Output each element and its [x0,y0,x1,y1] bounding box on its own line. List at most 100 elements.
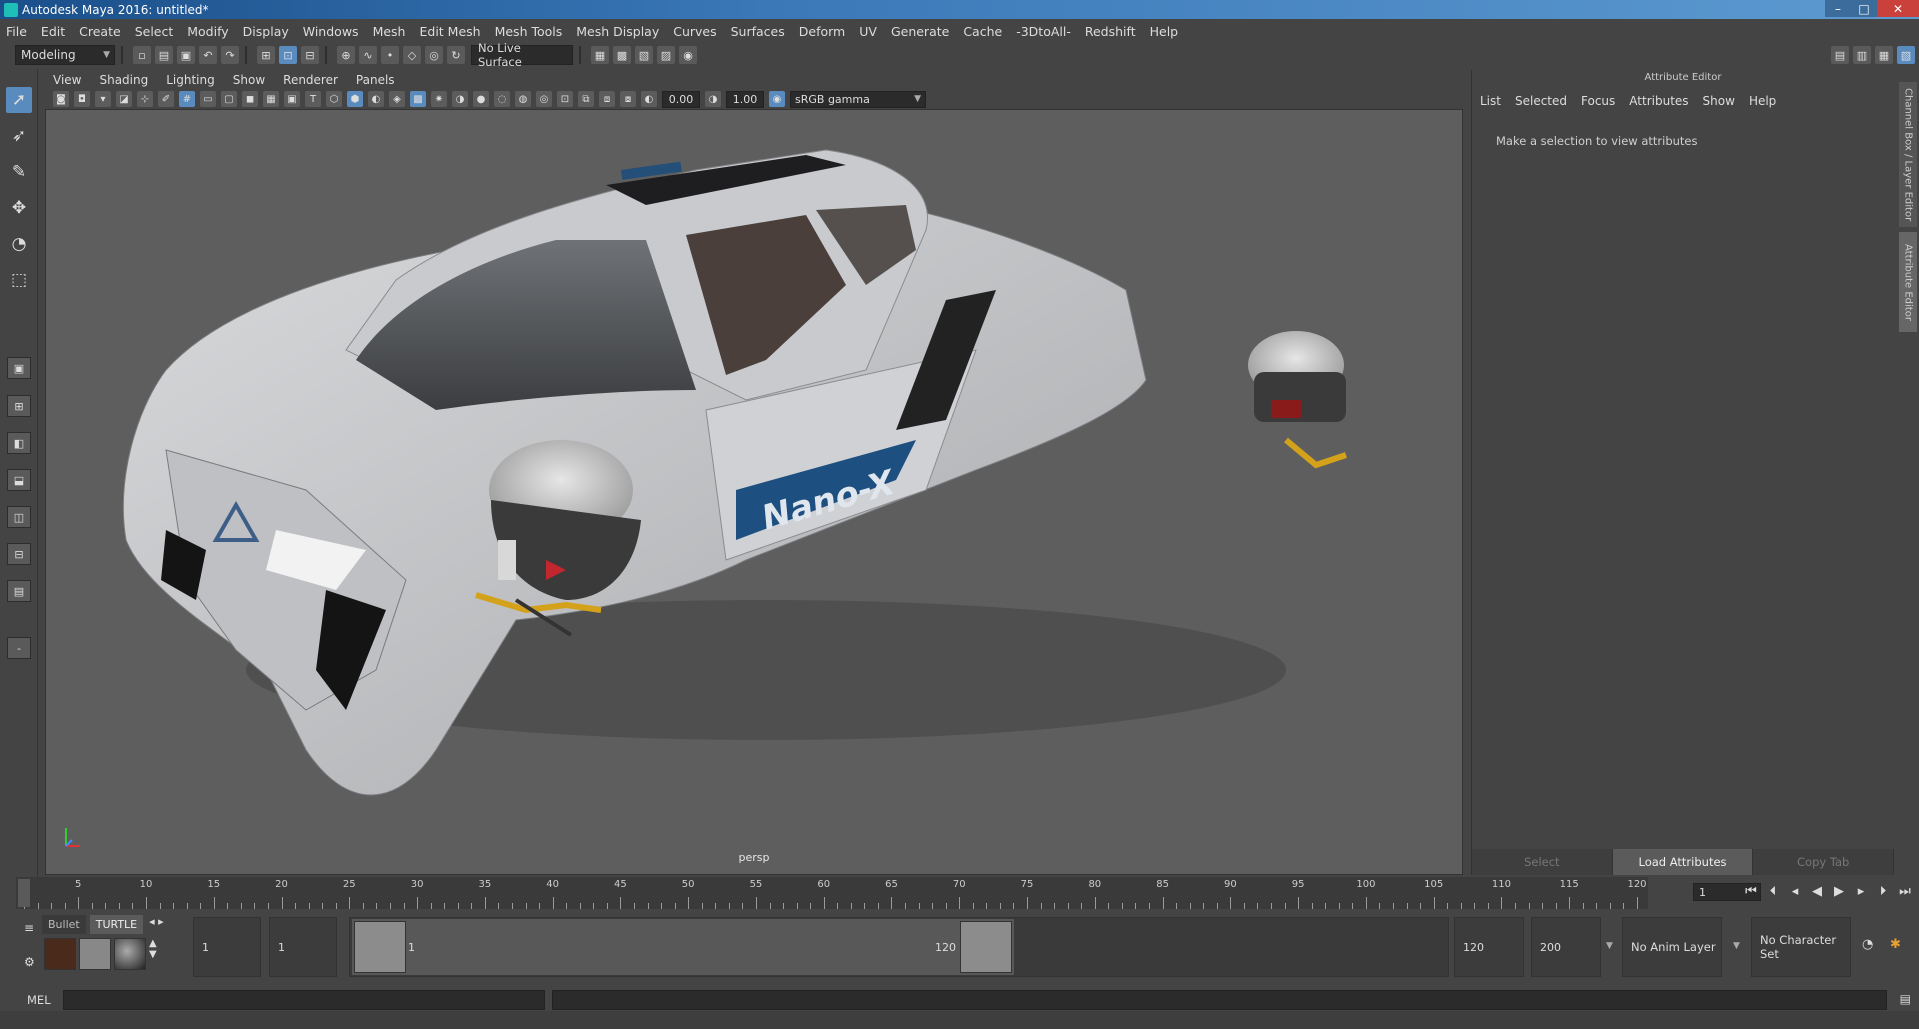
character-set-dropdown[interactable]: No Character Set [1751,917,1851,977]
x-ray-icon[interactable]: ⧉ [578,91,594,107]
close-button[interactable]: ✕ [1877,0,1919,17]
render-settings-icon[interactable]: ▦ [591,46,609,64]
shelf-scroll-arrows-icon[interactable]: ◂ ▸ [149,915,164,934]
menu-set-dropdown[interactable]: Modeling ▼ [15,45,115,65]
command-input[interactable] [63,990,545,1010]
live-surface-field[interactable]: No Live Surface [471,41,573,69]
view-transform-dropdown[interactable]: sRGB gamma ▼ [790,90,926,108]
grid-icon[interactable]: # [179,91,195,107]
step-forward-key-icon[interactable]: ⏵ [1875,884,1891,899]
scale-tool-icon[interactable]: ⬚ [6,267,32,293]
script-editor-icon[interactable]: ▤ [1900,992,1911,1006]
current-time-marker[interactable] [18,879,30,907]
ae-menu-selected[interactable]: Selected [1515,94,1567,108]
playback-start-field[interactable]: 1 [269,917,337,977]
wireframe-icon[interactable]: ⬡ [326,91,342,107]
shadows-icon[interactable]: ◑ [452,91,468,107]
play-forwards-icon[interactable]: ▶ [1831,884,1847,899]
time-slider[interactable]: 1510152025303540455055606570758085909510… [16,877,1648,909]
ae-menu-help[interactable]: Help [1749,94,1776,108]
smooth-shade-icon[interactable]: ⬢ [347,91,363,107]
shelf-menu-icon[interactable]: ≡ [24,921,34,935]
gamma-icon[interactable]: ◑ [705,91,721,107]
shelf-scroll-icon[interactable]: ▲ ▼ [149,938,159,970]
range-slider-bar[interactable]: 1 120 [352,919,1014,975]
menu-create[interactable]: Create [79,24,121,39]
persp-graph-icon[interactable]: ⬓ [7,469,31,491]
ae-menu-show[interactable]: Show [1703,94,1735,108]
x-ray-components-icon[interactable]: ⧇ [620,91,636,107]
x-ray-joints-icon[interactable]: ⧈ [599,91,615,107]
menu-mesh-tools[interactable]: Mesh Tools [495,24,563,39]
collapse-layout-icon[interactable]: - [7,637,31,659]
safe-title-icon[interactable]: T [305,91,321,107]
exposure-field[interactable]: 0.00 [662,90,700,108]
screen-space-ao-icon[interactable]: ● [473,91,489,107]
persp-hypershade-icon[interactable]: ◫ [7,506,31,528]
attribute-editor-tab[interactable]: Attribute Editor [1899,232,1917,332]
motion-blur-icon[interactable]: ◌ [494,91,510,107]
animation-preferences-icon[interactable]: ✱ [1890,937,1901,952]
move-tool-icon[interactable]: ✥ [6,195,32,221]
step-back-frame-icon[interactable]: ◂ [1787,884,1803,899]
use-default-material-icon[interactable]: ◐ [368,91,384,107]
resolution-gate-icon[interactable]: ▢ [221,91,237,107]
shelf-sphere-icon[interactable] [114,938,146,970]
command-language-label[interactable]: MEL [27,993,51,1007]
menu-windows[interactable]: Windows [303,24,359,39]
history-icon[interactable]: ↻ [447,46,465,64]
menu-surfaces[interactable]: Surfaces [731,24,785,39]
go-to-start-icon[interactable]: ⏮ [1743,884,1759,899]
four-view-icon[interactable]: ⊞ [7,395,31,417]
menu-uv[interactable]: UV [859,24,877,39]
lasso-tool-icon[interactable]: ➶ [6,123,32,149]
panel-menu-show[interactable]: Show [233,73,265,87]
paint-select-tool-icon[interactable]: ✎ [6,159,32,185]
gamma-field[interactable]: 1.00 [726,90,764,108]
select-by-component-icon[interactable]: ⊟ [301,46,319,64]
menu-cache[interactable]: Cache [963,24,1002,39]
ipr-render-icon[interactable]: ▧ [635,46,653,64]
ae-menu-attributes[interactable]: Attributes [1629,94,1688,108]
snap-to-grid-icon[interactable]: ⊕ [337,46,355,64]
undo-icon[interactable]: ↶ [199,46,217,64]
field-chart-icon[interactable]: ▦ [263,91,279,107]
exposure-icon[interactable]: ◐ [641,91,657,107]
go-to-end-icon[interactable]: ⏭ [1897,884,1913,899]
menu-mesh-display[interactable]: Mesh Display [576,24,659,39]
menu-3dtoall[interactable]: -3DtoAll- [1016,24,1071,39]
menu-mesh[interactable]: Mesh [373,24,406,39]
snap-to-curve-icon[interactable]: ∿ [359,46,377,64]
bookmark-icon[interactable]: ▾ [95,91,111,107]
channel-box-tab[interactable]: Channel Box / Layer Editor [1899,82,1917,227]
redo-icon[interactable]: ↷ [221,46,239,64]
gate-mask-icon[interactable]: ◼ [242,91,258,107]
menu-help[interactable]: Help [1150,24,1179,39]
select-tool-icon[interactable]: ➚ [6,87,32,113]
save-scene-icon[interactable]: ▣ [177,46,195,64]
step-back-key-icon[interactable]: ⏴ [1765,884,1781,899]
anti-aliasing-icon[interactable]: ◍ [515,91,531,107]
camera-attributes-icon[interactable]: ◘ [74,91,90,107]
textured-icon[interactable]: ▩ [410,91,426,107]
grease-pencil-icon[interactable]: ✐ [158,91,174,107]
end-time-dropdown-icon[interactable]: ▼ [1606,941,1613,951]
shelf-settings-icon[interactable]: ⚙ [24,955,35,969]
render-frame-icon[interactable]: ▩ [613,46,631,64]
shelf-render-icon[interactable] [79,938,111,970]
anim-layer-dropdown[interactable]: No Anim Layer [1622,917,1722,977]
ae-menu-focus[interactable]: Focus [1581,94,1615,108]
end-time-field[interactable]: 200 [1531,917,1601,977]
menu-display[interactable]: Display [243,24,289,39]
auto-keyframe-icon[interactable]: ◔ [1862,937,1873,952]
hypershade-icon[interactable]: ◉ [679,46,697,64]
menu-edit[interactable]: Edit [41,24,65,39]
depth-of-field-icon[interactable]: ◎ [536,91,552,107]
menu-curves[interactable]: Curves [673,24,716,39]
snap-to-view-plane-icon[interactable]: ◇ [403,46,421,64]
film-gate-icon[interactable]: ▭ [200,91,216,107]
safe-action-icon[interactable]: ▣ [284,91,300,107]
menu-deform[interactable]: Deform [799,24,845,39]
persp-outliner-icon[interactable]: ◧ [7,432,31,454]
channel-box-toggle-icon[interactable]: ▧ [1897,46,1915,64]
